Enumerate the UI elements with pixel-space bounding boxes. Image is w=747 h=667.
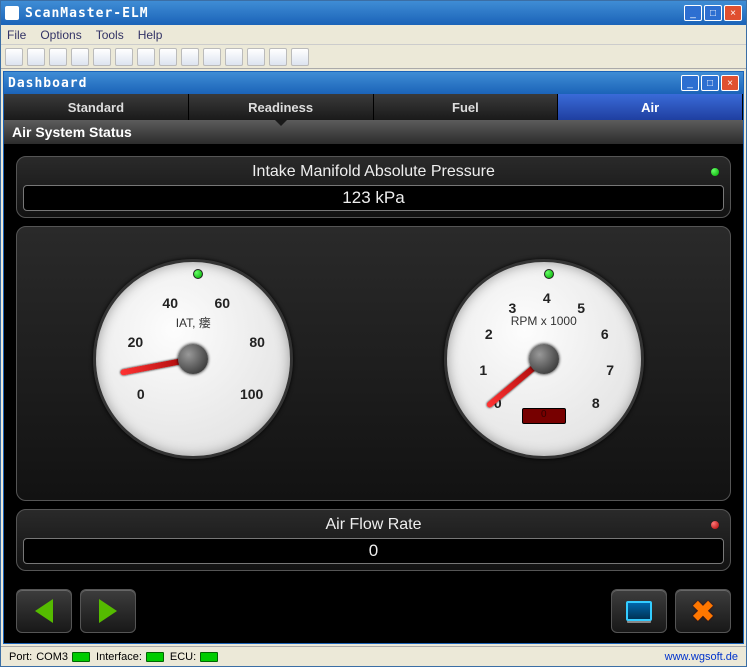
panel-value: 0	[23, 538, 724, 564]
toolbar	[1, 45, 746, 69]
gauge-iat: IAT, 瘘 0 20 40 60 80 100	[93, 259, 303, 469]
panel-intake-pressure: Intake Manifold Absolute Pressure 123 kP…	[16, 156, 731, 218]
toolbar-button[interactable]	[115, 48, 133, 66]
gauge-tick-label: 7	[595, 362, 625, 378]
gauge-tick-label: 40	[155, 295, 185, 311]
menubar: File Options Tools Help	[1, 25, 746, 45]
menu-file[interactable]: File	[7, 28, 26, 42]
app-title: ScanMaster-ELM	[25, 6, 684, 21]
dashboard-title: Dashboard	[8, 76, 681, 91]
statusbar: Port: COM3 Interface: ECU: www.wgsoft.de	[1, 646, 746, 666]
status-led-red	[710, 520, 720, 530]
gauge-hub	[178, 344, 208, 374]
toolbar-button[interactable]	[269, 48, 287, 66]
app-titlebar: ScanMaster-ELM _ □ ×	[1, 1, 746, 25]
toolbar-button[interactable]	[247, 48, 265, 66]
app-window: ScanMaster-ELM _ □ × File Options Tools …	[0, 0, 747, 667]
gauge-rpm-digital: 0	[522, 408, 566, 424]
dashboard-titlebar: Dashboard _ □ ×	[4, 72, 743, 94]
toolbar-button[interactable]	[159, 48, 177, 66]
gauge-rpm-led	[544, 269, 554, 279]
arrow-right-icon	[99, 599, 117, 623]
gauge-rpm-label: RPM x 1000	[447, 314, 641, 328]
panel-title: Air Flow Rate	[23, 516, 724, 534]
toolbar-button[interactable]	[181, 48, 199, 66]
sub-header: Air System Status	[4, 120, 743, 144]
dash-close-button[interactable]: ×	[721, 75, 739, 91]
status-port-label: Port:	[9, 651, 32, 663]
window-controls: _ □ ×	[684, 5, 742, 21]
dash-minimize-button[interactable]: _	[681, 75, 699, 91]
status-port-value: COM3	[36, 651, 68, 663]
toolbar-button[interactable]	[71, 48, 89, 66]
gauge-tick-label: 6	[590, 326, 620, 342]
app-icon	[5, 6, 19, 20]
toolbar-button[interactable]	[5, 48, 23, 66]
gauge-tick-label: 5	[566, 300, 596, 316]
dashboard-client-area: Dashboard _ □ × Standard Readiness Fuel …	[1, 69, 746, 646]
tab-air[interactable]: Air	[558, 94, 743, 120]
gauge-tick-label: 80	[242, 334, 272, 350]
gauge-tick-label: 100	[237, 386, 267, 402]
toolbar-button[interactable]	[225, 48, 243, 66]
gauge-tick-label: 60	[207, 295, 237, 311]
panel-gauges: IAT, 瘘 0 20 40 60 80 100 RPM x 1000 0 1 2	[16, 226, 731, 501]
tab-fuel[interactable]: Fuel	[374, 94, 559, 120]
monitor-button[interactable]	[611, 589, 667, 633]
status-link[interactable]: www.wgsoft.de	[665, 651, 738, 663]
gauge-tick-label: 4	[532, 290, 562, 306]
monitor-icon	[626, 601, 652, 621]
toolbar-button[interactable]	[49, 48, 67, 66]
status-led-green	[710, 167, 720, 177]
menu-options[interactable]: Options	[40, 28, 81, 42]
status-port-led	[72, 652, 90, 662]
toolbar-button[interactable]	[27, 48, 45, 66]
status-ecu-led	[200, 652, 218, 662]
dashboard-bottom-bar: ✖	[4, 583, 743, 643]
dashboard-main: Intake Manifold Absolute Pressure 123 kP…	[4, 144, 743, 583]
prev-button[interactable]	[16, 589, 72, 633]
status-ecu-label: ECU:	[170, 651, 196, 663]
dashboard-tabs: Standard Readiness Fuel Air	[4, 94, 743, 120]
next-button[interactable]	[80, 589, 136, 633]
panel-value: 123 kPa	[23, 185, 724, 211]
gauge-iat-label: IAT, 瘘	[96, 314, 290, 331]
arrow-left-icon	[35, 599, 53, 623]
gauge-tick-label: 20	[120, 334, 150, 350]
maximize-button[interactable]: □	[704, 5, 722, 21]
dashboard-window: Dashboard _ □ × Standard Readiness Fuel …	[3, 71, 744, 644]
tab-standard[interactable]: Standard	[4, 94, 189, 120]
toolbar-button[interactable]	[93, 48, 111, 66]
minimize-button[interactable]: _	[684, 5, 702, 21]
menu-help[interactable]: Help	[138, 28, 163, 42]
gauge-iat-led	[193, 269, 203, 279]
panel-air-flow: Air Flow Rate 0	[16, 509, 731, 571]
close-button[interactable]: ×	[724, 5, 742, 21]
panel-title: Intake Manifold Absolute Pressure	[23, 163, 724, 181]
dashboard-body: Standard Readiness Fuel Air Air System S…	[4, 94, 743, 643]
gauge-tick-label: 3	[497, 300, 527, 316]
toolbar-button[interactable]	[203, 48, 221, 66]
gauge-tick-label: 8	[581, 395, 611, 411]
dash-maximize-button[interactable]: □	[701, 75, 719, 91]
cancel-button[interactable]: ✖	[675, 589, 731, 633]
toolbar-button[interactable]	[137, 48, 155, 66]
gauge-hub	[529, 344, 559, 374]
close-icon: ✖	[691, 595, 714, 628]
status-interface-led	[146, 652, 164, 662]
gauge-tick-label: 0	[126, 386, 156, 402]
status-interface-label: Interface:	[96, 651, 142, 663]
menu-tools[interactable]: Tools	[96, 28, 124, 42]
gauge-tick-label: 1	[468, 362, 498, 378]
gauge-rpm: RPM x 1000 012345678 0	[444, 259, 654, 469]
tab-readiness[interactable]: Readiness	[189, 94, 374, 120]
gauge-tick-label: 2	[474, 326, 504, 342]
toolbar-button[interactable]	[291, 48, 309, 66]
